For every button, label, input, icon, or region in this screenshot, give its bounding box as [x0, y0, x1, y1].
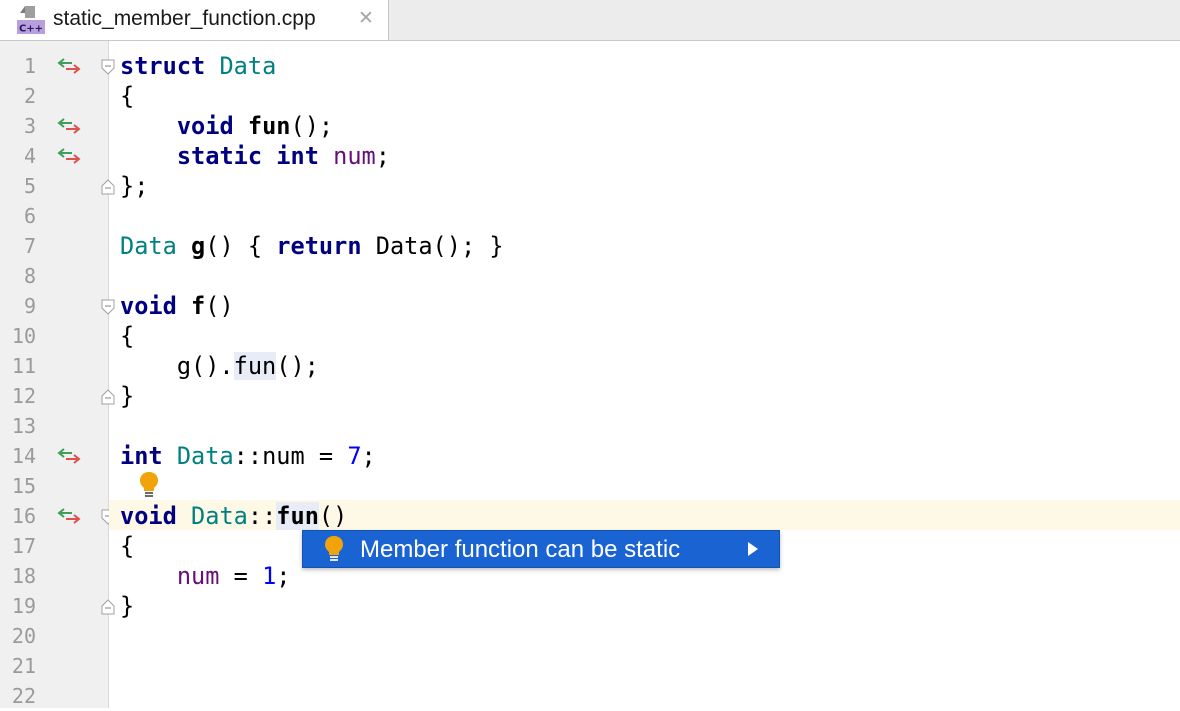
implemented-arrows-icon[interactable] [56, 56, 82, 76]
punctuation: { [120, 82, 135, 110]
code-text: = [219, 562, 263, 590]
keyword: return [276, 232, 362, 260]
highlighted-usage[interactable]: fun [233, 352, 277, 380]
punctuation: ; [276, 562, 291, 590]
cpp-file-icon: C++ [17, 6, 45, 35]
line-number: 19 [11, 594, 36, 618]
punctuation: } [120, 382, 135, 410]
punctuation: () [318, 502, 348, 530]
code-line-11[interactable]: g().fun(); [120, 351, 319, 381]
implementing-arrows-icon[interactable] [56, 506, 82, 526]
code-line-10[interactable]: { [120, 321, 134, 351]
editor-gutter: 1 2 3 4 5 6 7 8 9 10 11 12 13 14 15 16 1… [0, 41, 115, 708]
implemented-arrows-icon[interactable] [56, 116, 82, 136]
code-text: Data(); } [361, 232, 504, 260]
line-number: 10 [11, 324, 36, 348]
function-name: g [191, 232, 206, 260]
code-line-16[interactable]: void Data::fun() [120, 501, 347, 531]
line-number: 12 [11, 384, 36, 408]
type-name: Data [120, 232, 177, 260]
number-literal: 7 [347, 442, 362, 470]
implemented-arrows-icon[interactable] [56, 146, 82, 166]
lightbulb-icon [325, 536, 343, 561]
line-number: 9 [23, 294, 36, 318]
code-line-12[interactable]: } [120, 381, 134, 411]
line-number: 2 [23, 84, 36, 108]
tab-static-member-function[interactable]: C++ static_member_function.cpp ✕ [0, 0, 389, 40]
intention-action-popup[interactable]: Member function can be static [302, 530, 780, 568]
close-tab-icon[interactable]: ✕ [356, 7, 376, 29]
code-line-19[interactable]: } [120, 591, 134, 621]
line-number: 4 [23, 144, 36, 168]
line-number: 22 [11, 684, 36, 708]
highlighted-declaration[interactable]: fun [276, 502, 319, 530]
line-number: 20 [11, 624, 36, 648]
code-line-2[interactable]: { [120, 81, 134, 111]
punctuation: (); [276, 352, 319, 380]
type-name: Data [219, 52, 277, 80]
implementing-arrows-icon[interactable] [56, 446, 82, 466]
function-name: fun [247, 112, 291, 140]
line-number: 14 [11, 444, 36, 468]
code-line-3[interactable]: void fun(); [120, 111, 333, 141]
line-number: 15 [11, 474, 36, 498]
punctuation: ; [361, 442, 376, 470]
punctuation: { [120, 532, 135, 560]
editor-tab-bar: C++ static_member_function.cpp ✕ [0, 0, 1180, 41]
lightbulb-icon[interactable] [138, 471, 160, 499]
keyword: void [176, 112, 234, 140]
number-literal: 1 [262, 562, 277, 590]
line-number: 13 [11, 414, 36, 438]
code-line-7[interactable]: Data g() { return Data(); } [120, 231, 504, 261]
line-number: 21 [11, 654, 36, 678]
triangle-right-icon[interactable] [746, 540, 760, 558]
keyword: int [276, 142, 319, 170]
keyword: static [176, 142, 263, 170]
code-editor[interactable]: struct Data { void fun(); static int num… [109, 41, 1180, 708]
code-line-14[interactable]: int Data::num = 7; [120, 441, 376, 471]
keyword: void [120, 502, 177, 530]
line-number: 3 [23, 114, 36, 138]
field-name: num [333, 142, 376, 170]
punctuation: { [120, 322, 135, 350]
tab-title: static_member_function.cpp [53, 7, 316, 30]
code-line-9[interactable]: void f() [120, 291, 234, 321]
line-number: 16 [11, 504, 36, 528]
line-number: 8 [23, 264, 36, 288]
line-number: 6 [23, 204, 36, 228]
code-line-17[interactable]: { [120, 531, 134, 561]
type-name: Data [191, 502, 248, 530]
line-number: 11 [11, 354, 36, 378]
punctuation: () [205, 292, 234, 320]
line-number: 7 [23, 234, 36, 258]
punctuation: } [120, 592, 135, 620]
svg-text:C++: C++ [19, 24, 43, 35]
code-text: ::num = [233, 442, 348, 470]
punctuation: ; [375, 142, 390, 170]
function-name: f [191, 292, 206, 320]
punctuation: }; [120, 172, 149, 200]
keyword: int [120, 442, 163, 470]
code-text: () { [205, 232, 277, 260]
field-name: num [176, 562, 220, 590]
line-number: 18 [11, 564, 36, 588]
keyword: void [120, 292, 177, 320]
intention-label[interactable]: Member function can be static [360, 535, 680, 565]
code-line-5[interactable]: }; [120, 171, 148, 201]
code-line-1[interactable]: struct Data [120, 51, 276, 81]
code-text: g(). [120, 352, 234, 380]
type-name: Data [176, 442, 234, 470]
code-line-18[interactable]: num = 1; [120, 561, 291, 591]
scope-operator: :: [247, 502, 277, 530]
line-number: 1 [23, 54, 36, 78]
code-line-4[interactable]: static int num; [120, 141, 390, 171]
keyword: struct [120, 52, 206, 80]
line-number: 5 [23, 174, 36, 198]
line-number: 17 [11, 534, 36, 558]
punctuation: (); [290, 112, 334, 140]
